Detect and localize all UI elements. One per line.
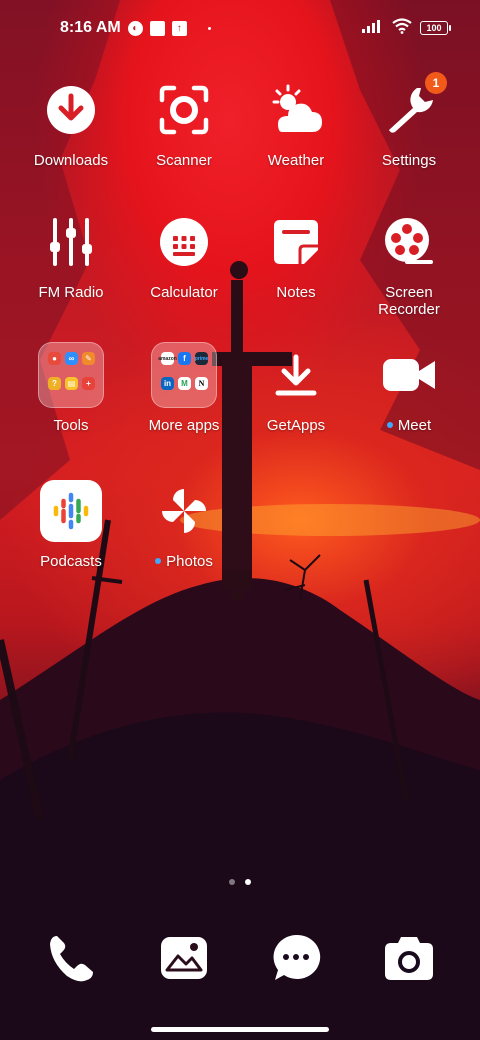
weather-icon <box>264 78 328 142</box>
app-scanner[interactable]: Scanner <box>128 78 240 169</box>
mini-app-icon: ∞ <box>65 352 78 365</box>
mini-app-icon: + <box>82 377 95 390</box>
getapps-icon <box>264 343 328 407</box>
new-indicator-dot <box>386 422 393 428</box>
linkedin-icon: in <box>161 377 174 390</box>
phone-icon <box>39 926 103 990</box>
mini-app-icon: ● <box>48 352 61 365</box>
folder-more-apps[interactable]: amazon f prime in M N More apps <box>128 342 240 434</box>
wrench-icon: 1 <box>377 72 447 142</box>
app-label: Photos <box>166 553 213 570</box>
app-label: Notes <box>276 284 316 301</box>
dock <box>0 926 480 990</box>
notion-icon: N <box>195 377 208 390</box>
video-camera-icon <box>377 343 441 407</box>
notification-badge: 1 <box>425 72 447 94</box>
home-indicator-bar[interactable] <box>151 1027 329 1032</box>
film-reel-icon <box>377 210 441 274</box>
app-photos[interactable]: Photos <box>128 479 240 570</box>
app-label: Meet <box>397 417 432 434</box>
equalizer-icon <box>39 210 103 274</box>
notes-icon <box>264 210 328 274</box>
gallery-icon <box>152 926 216 990</box>
app-label: Weather <box>267 152 325 169</box>
camera-icon <box>377 926 441 990</box>
upload-icon: ↑ <box>171 20 187 36</box>
app-label: Tools <box>53 417 89 434</box>
dock-phone[interactable] <box>15 926 127 990</box>
calculator-icon <box>152 210 216 274</box>
notification-c-icon: ◐ <box>127 20 143 36</box>
app-label: More apps <box>148 417 220 434</box>
page-dot <box>229 879 235 885</box>
app-meet[interactable]: Meet <box>353 343 465 434</box>
app-settings[interactable]: 1 Settings <box>353 72 465 169</box>
money-app-icon: M <box>178 377 191 390</box>
folder-tools[interactable]: ● ∞ ✎ ? ▤ + Tools <box>15 342 127 434</box>
dock-camera[interactable] <box>353 926 465 990</box>
amazon-icon: amazon <box>158 352 177 365</box>
notification-square-icon <box>149 20 165 36</box>
app-label: Scanner <box>156 152 212 169</box>
app-weather[interactable]: Weather <box>240 78 352 169</box>
mini-app-icon: ✎ <box>82 352 95 365</box>
folder-icon: amazon f prime in M N <box>151 342 217 408</box>
app-label: Screen Recorder <box>378 284 440 318</box>
app-getapps[interactable]: GetApps <box>240 343 352 434</box>
messages-icon <box>264 926 328 990</box>
more-notifications-dot <box>207 26 211 30</box>
app-podcasts[interactable]: Podcasts <box>15 479 127 570</box>
scanner-icon <box>152 78 216 142</box>
facebook-icon: f <box>178 352 191 365</box>
page-dot-active <box>245 879 251 885</box>
mini-app-icon: ? <box>48 377 61 390</box>
prime-video-icon: prime <box>195 352 208 365</box>
app-label: FM Radio <box>38 284 104 301</box>
wifi-icon <box>392 17 412 39</box>
app-notes[interactable]: Notes <box>240 210 352 301</box>
mini-app-icon: ▤ <box>65 377 78 390</box>
page-indicator <box>0 879 480 885</box>
new-indicator-dot <box>155 558 162 564</box>
status-time: 8:16 AM <box>60 19 121 36</box>
dock-gallery[interactable] <box>128 926 240 990</box>
app-calculator[interactable]: Calculator <box>128 210 240 301</box>
app-downloads[interactable]: Downloads <box>15 78 127 169</box>
app-label: Podcasts <box>40 553 102 570</box>
app-label: Downloads <box>33 152 109 169</box>
pinwheel-icon <box>152 479 216 543</box>
app-label: Settings <box>381 152 437 169</box>
status-bar: 8:16 AM ◐ ↑ 100 <box>0 0 480 56</box>
download-icon <box>39 78 103 142</box>
app-fm-radio[interactable]: FM Radio <box>15 210 127 301</box>
dock-messages[interactable] <box>240 926 352 990</box>
app-label: GetApps <box>266 417 326 434</box>
app-label: Calculator <box>150 284 218 301</box>
folder-icon: ● ∞ ✎ ? ▤ + <box>38 342 104 408</box>
podcasts-icon <box>39 479 103 543</box>
app-screen-recorder[interactable]: Screen Recorder <box>353 210 465 318</box>
signal-icon <box>362 19 384 38</box>
battery-icon: 100 <box>420 21 451 35</box>
